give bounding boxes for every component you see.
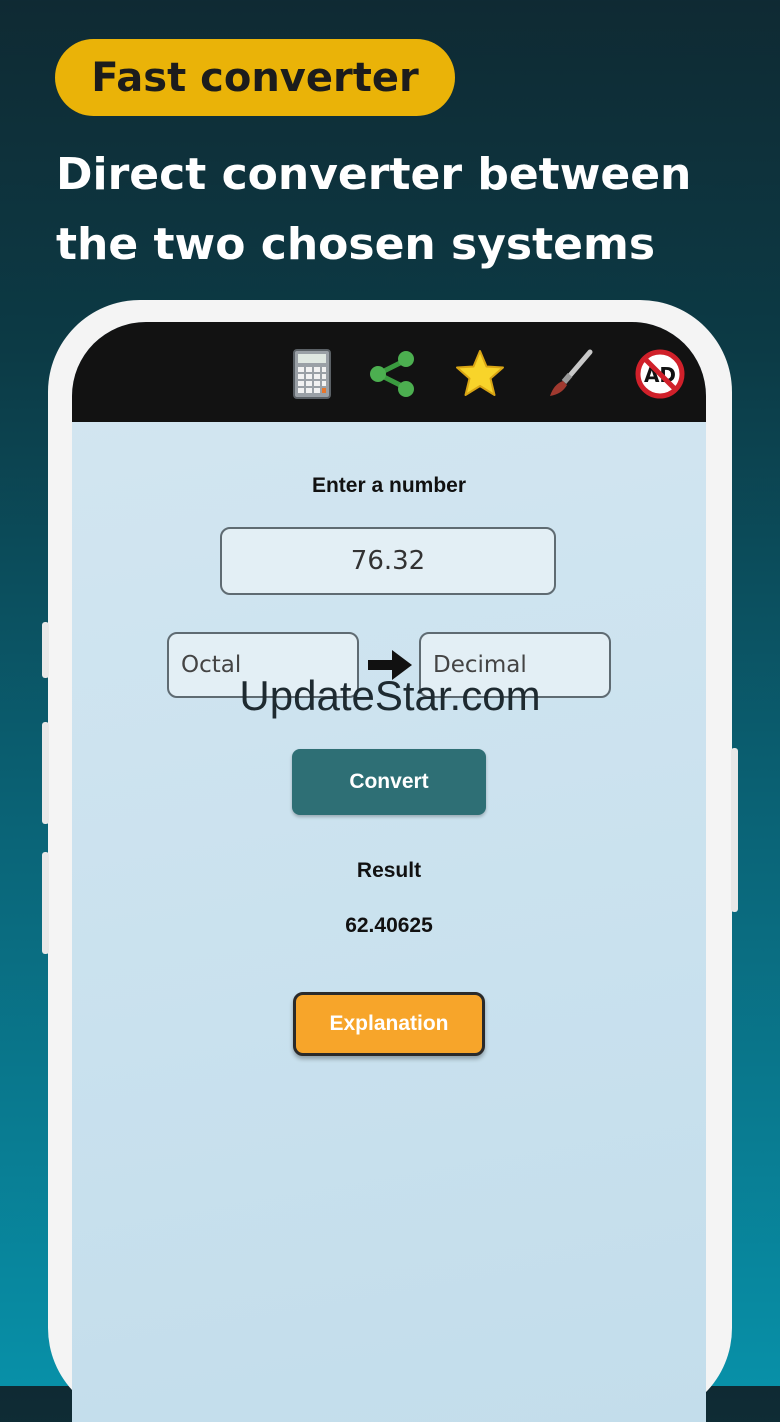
promo-headline: Direct converter between the two chosen … bbox=[56, 140, 736, 280]
phone-volume-down bbox=[42, 852, 49, 954]
app-screen: AD Enter a number Octal Decimal Convert … bbox=[72, 322, 706, 1422]
phone-power-button bbox=[731, 748, 738, 912]
enter-number-label: Enter a number bbox=[311, 474, 467, 497]
result-value: 62.40625 bbox=[345, 914, 433, 937]
to-system-value: Decimal bbox=[433, 652, 527, 678]
calculator-icon[interactable] bbox=[286, 348, 338, 400]
result-label: Result bbox=[356, 859, 422, 882]
from-system-select[interactable]: Octal bbox=[167, 632, 359, 698]
convert-button[interactable]: Convert bbox=[292, 749, 486, 815]
arrow-right-icon bbox=[368, 650, 412, 680]
to-system-select[interactable]: Decimal bbox=[419, 632, 611, 698]
no-ads-icon[interactable]: AD bbox=[634, 348, 686, 400]
phone-volume-up bbox=[42, 722, 49, 824]
paintbrush-icon[interactable] bbox=[544, 348, 596, 400]
number-input[interactable] bbox=[220, 527, 556, 595]
headline-line-2: the two chosen systems bbox=[56, 219, 656, 270]
app-toolbar: AD bbox=[72, 322, 706, 422]
phone-side-button bbox=[42, 622, 49, 678]
headline-line-1: Direct converter between bbox=[56, 149, 692, 200]
share-icon[interactable] bbox=[366, 348, 418, 400]
promo-badge: Fast converter bbox=[55, 39, 455, 116]
explanation-button[interactable]: Explanation bbox=[293, 992, 485, 1056]
from-system-value: Octal bbox=[181, 652, 242, 678]
star-icon[interactable] bbox=[454, 348, 506, 400]
